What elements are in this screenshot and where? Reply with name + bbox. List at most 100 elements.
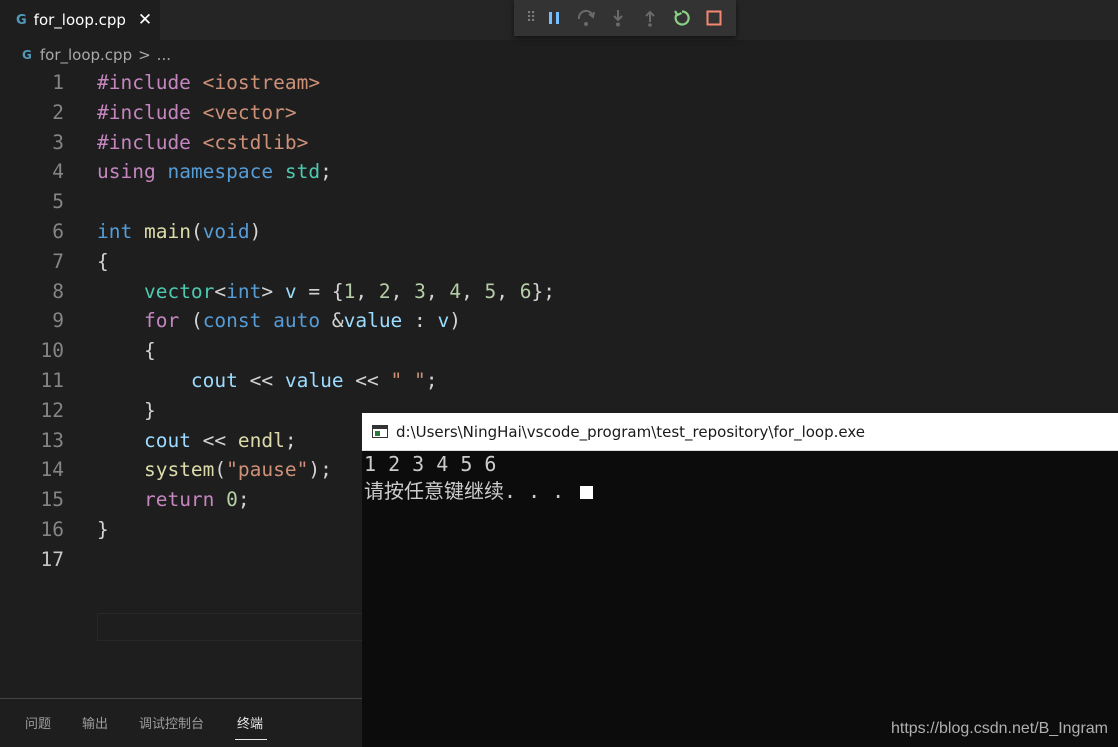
code-token: 0 — [226, 488, 238, 512]
code-token: "pause" — [226, 458, 309, 482]
code-token: using — [97, 160, 168, 184]
tab-terminal[interactable]: 终端 — [237, 713, 263, 732]
restart-icon — [674, 10, 690, 26]
code-token: ; — [425, 369, 438, 392]
code-line[interactable]: 6 int main(void) — [0, 217, 1118, 247]
console-window[interactable]: d:\Users\NingHai\vscode_program\test_rep… — [362, 413, 1118, 747]
code-line[interactable]: 3 #include <cstdlib> — [0, 128, 1118, 158]
code-token: ( — [214, 458, 227, 482]
code-token: 5 — [484, 279, 497, 303]
code-line[interactable]: 10 { — [0, 336, 1118, 366]
code-token: ); — [308, 458, 332, 482]
code-token: return — [143, 488, 227, 512]
code-line[interactable]: 1 #include <iostream> — [0, 68, 1118, 98]
line-number: 13 — [40, 428, 64, 452]
code-token: , — [425, 279, 450, 303]
cpp-file-icon: G — [22, 48, 32, 62]
code-line[interactable]: 8 vector<int> v = {1, 2, 3, 4, 5, 6}; — [0, 277, 1118, 307]
line-code: system("pause"); — [97, 455, 332, 485]
close-tab-icon[interactable]: ✕ — [138, 10, 152, 30]
code-token: for — [143, 309, 180, 333]
console-output[interactable]: 1 2 3 4 5 6 请按任意键继续. . . — [364, 451, 1114, 747]
code-token: auto — [273, 309, 332, 333]
line-code: } — [97, 515, 109, 545]
code-token: > — [261, 279, 285, 303]
current-line-highlight — [97, 613, 367, 641]
line-number: 16 — [40, 518, 64, 541]
breadcrumb-file[interactable]: for_loop.cpp — [40, 46, 132, 64]
code-token: v — [437, 309, 450, 333]
line-code: } — [97, 396, 156, 426]
line-code: return 0; — [97, 485, 250, 515]
console-app-icon — [372, 425, 388, 438]
code-token: const — [202, 309, 274, 333]
stop-button[interactable] — [698, 3, 730, 33]
tab-debug-console[interactable]: 调试控制台 — [139, 713, 204, 732]
code-token: namespace — [167, 160, 285, 184]
code-token: ; — [284, 428, 297, 452]
line-code: cout << value << " "; — [97, 366, 438, 396]
code-token: << — [190, 428, 238, 452]
editor-tab-for-loop[interactable]: G for_loop.cpp ✕ — [0, 0, 160, 40]
line-number: 3 — [52, 130, 64, 154]
panel-tab-bar: 问题 输出 调试控制台 终端 — [0, 699, 362, 747]
code-token: } — [97, 398, 156, 422]
code-token: < — [214, 279, 227, 303]
restart-button[interactable] — [666, 3, 698, 33]
breadcrumb-more[interactable]: ... — [157, 46, 171, 64]
code-token: int — [97, 220, 144, 243]
line-number: 11 — [40, 369, 64, 392]
code-token: , — [496, 279, 520, 303]
code-token: }; — [531, 279, 556, 303]
cpp-file-icon: G — [16, 12, 27, 28]
code-line[interactable]: 5 — [0, 187, 1118, 217]
pause-button[interactable] — [538, 3, 570, 33]
block-cursor — [580, 486, 594, 499]
tab-problems[interactable]: 问题 — [25, 713, 51, 732]
code-token: , — [355, 279, 379, 303]
code-token: = { — [296, 279, 344, 303]
code-token: void — [202, 220, 250, 243]
line-number: 17 — [40, 547, 64, 571]
step-out-button[interactable] — [634, 3, 666, 33]
step-over-button[interactable] — [570, 3, 602, 33]
line-number: 6 — [52, 220, 64, 243]
step-into-button[interactable] — [602, 3, 634, 33]
code-token: int — [226, 279, 262, 303]
tab-output[interactable]: 输出 — [82, 713, 108, 732]
code-token: : — [402, 309, 438, 333]
line-number: 5 — [52, 190, 64, 214]
code-line[interactable]: 2 #include <vector> — [0, 98, 1118, 128]
line-code: #include <iostream> — [97, 68, 320, 98]
code-line[interactable]: 11 cout << value << " "; — [0, 366, 1118, 396]
code-line[interactable]: 7{ — [0, 247, 1118, 277]
code-line[interactable]: 9 for (const auto &value : v) — [0, 306, 1118, 336]
vscode-window: G for_loop.cpp ✕ ⠿ G for_loop.cpp > ... … — [0, 0, 1118, 747]
line-number: 7 — [52, 249, 64, 273]
code-token: value — [343, 309, 403, 333]
debug-toolbar: ⠿ — [514, 0, 736, 36]
code-token: ( — [190, 220, 203, 243]
console-title: d:\Users\NingHai\vscode_program\test_rep… — [396, 422, 865, 441]
line-code: { — [97, 247, 109, 277]
code-token: vector — [143, 279, 215, 303]
code-line[interactable]: 4 using namespace std; — [0, 157, 1118, 187]
console-prompt-text: 请按任意键继续. . . — [364, 479, 577, 503]
code-token: value — [284, 369, 344, 392]
code-token: #include — [97, 71, 203, 94]
line-code: vector<int> v = {1, 2, 3, 4, 5, 6}; — [97, 277, 555, 307]
step-into-icon — [613, 10, 623, 27]
code-token: 4 — [449, 279, 462, 303]
code-token: " " — [390, 369, 426, 392]
console-title-bar[interactable]: d:\Users\NingHai\vscode_program\test_rep… — [362, 413, 1118, 451]
stop-icon — [706, 10, 722, 26]
line-code: for (const auto &value : v) — [97, 306, 461, 336]
code-token: { — [97, 339, 156, 363]
drag-handle-icon[interactable]: ⠿ — [526, 10, 538, 26]
code-token: v — [284, 279, 297, 303]
code-token: #include — [97, 100, 203, 124]
code-token: << — [237, 369, 285, 392]
